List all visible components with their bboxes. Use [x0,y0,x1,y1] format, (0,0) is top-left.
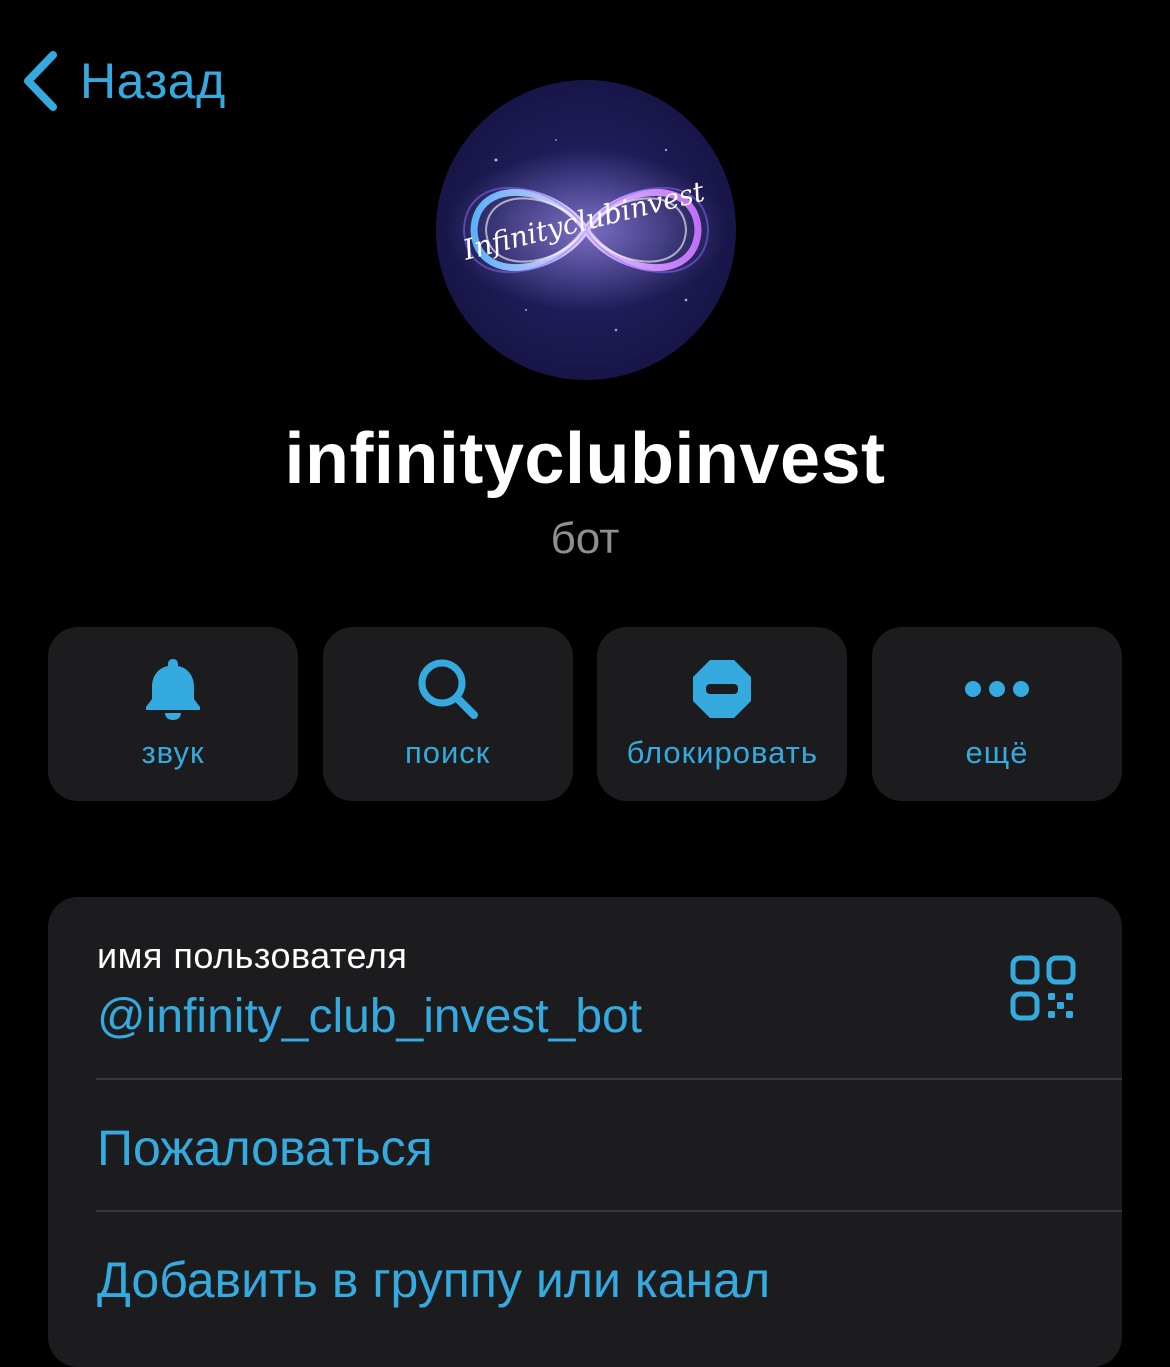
avatar[interactable]: Infinityclubinvest [436,80,736,380]
profile-status: бот [550,514,620,563]
more-button[interactable]: ещё [871,627,1122,801]
back-button-label: Назад [80,53,226,109]
more-button-label: ещё [965,735,1029,770]
search-icon [416,657,480,721]
more-icon [964,657,1030,721]
report-button[interactable]: Пожаловаться [97,1119,433,1177]
profile-name: infinityclubinvest [284,419,886,499]
username-caption: имя пользователя [97,935,408,976]
infinity-logo-image: Infinityclubinvest [446,139,726,332]
qr-code-icon[interactable] [1010,955,1076,1021]
divider [96,1078,1122,1080]
info-card: имя пользователя @infinity_club_invest_b… [48,897,1122,1367]
username-row[interactable]: имя пользователя @infinity_club_invest_b… [48,897,1122,1079]
back-button[interactable]: Назад [20,46,226,116]
sound-button-label: звук [141,735,205,770]
username-value[interactable]: @infinity_club_invest_bot [97,989,642,1044]
search-button[interactable]: поиск [322,627,573,801]
sound-button[interactable]: звук [48,627,298,801]
add-to-group-button[interactable]: Добавить в группу или канал [97,1251,770,1309]
divider [96,1210,1122,1212]
chevron-left-icon [20,49,60,113]
block-button-label: блокировать [626,735,819,770]
block-icon [692,657,752,721]
action-buttons-row: звук поиск блокировать ещё [48,627,1122,801]
bell-icon [145,657,201,721]
search-button-label: поиск [404,735,491,770]
block-button[interactable]: блокировать [597,627,848,801]
